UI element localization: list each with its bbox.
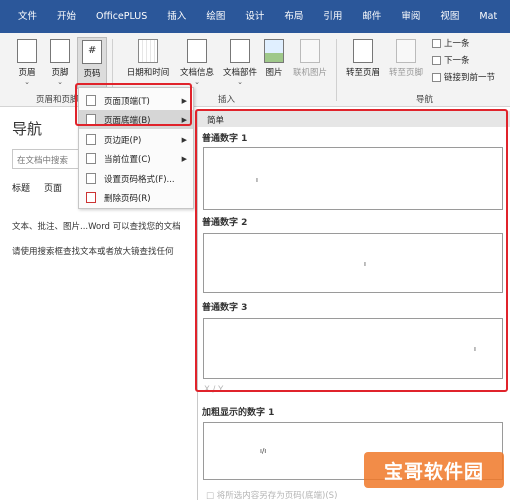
highlight-box-gallery: [195, 109, 508, 392]
group-label-navigation: 导航: [416, 95, 434, 105]
save-selection-as-page-number[interactable]: □ 将所选内容另存为页码(底端)(S): [206, 489, 337, 500]
tab-insert[interactable]: 插入: [157, 0, 196, 33]
menu-item-format-page-numbers[interactable]: 设置页码格式(F)...: [79, 169, 193, 188]
online-picture-icon: [300, 39, 320, 63]
header-button-label: 页眉: [18, 68, 36, 78]
next-icon: [432, 55, 441, 65]
footer-icon: [50, 39, 70, 63]
chevron-down-icon: ⌄: [24, 78, 30, 86]
chevron-right-icon: ▶: [181, 135, 187, 144]
current-position-icon: [86, 153, 96, 164]
picture-label: 图片: [265, 68, 283, 78]
menu-item-label: 页边距(P): [104, 135, 142, 146]
goto-header-icon: [353, 39, 373, 63]
menu-item-label: 当前位置(C): [104, 154, 151, 165]
page-number-mark: ı/ı: [260, 447, 267, 455]
tab-draw[interactable]: 绘图: [196, 0, 235, 33]
document-parts-icon: [230, 39, 250, 63]
doc-info-label: 文档信息: [179, 68, 214, 78]
link-to-previous-button[interactable]: 链接到前一节: [432, 71, 495, 83]
chevron-down-icon: ⌄: [237, 78, 243, 86]
gallery-item-label-4: 加粗显示的数字 1: [202, 408, 275, 418]
menu-item-label: 设置页码格式(F)...: [104, 174, 175, 185]
footer-button-label: 页脚: [51, 68, 69, 78]
goto-header-button[interactable]: 转至页眉: [343, 37, 383, 89]
online-picture-label: 联机图片: [292, 68, 327, 78]
footer-button[interactable]: 页脚 ⌄: [44, 37, 76, 89]
previous-icon: [432, 38, 441, 48]
doc-parts-button[interactable]: 文档部件 ⌄: [219, 37, 261, 89]
link-to-previous-label: 链接到前一节: [444, 73, 496, 83]
previous-label: 上一条: [444, 39, 470, 49]
tab-math[interactable]: Mat: [469, 0, 507, 33]
nav-tab-headings[interactable]: 标题: [12, 181, 30, 194]
link-icon: [432, 72, 441, 82]
remove-page-numbers-icon: [86, 192, 96, 203]
menu-item-page-margins[interactable]: 页边距(P) ▶: [79, 130, 193, 149]
highlight-box-menu: [75, 83, 192, 126]
goto-footer-icon: [396, 39, 416, 63]
next-label: 下一条: [444, 56, 470, 66]
page-number-icon: [82, 40, 102, 64]
navigation-title: 导航: [12, 120, 43, 138]
previous-button[interactable]: 上一条: [432, 37, 470, 49]
ribbon-separator: [336, 39, 337, 101]
goto-footer-button[interactable]: 转至页脚: [386, 37, 426, 89]
tab-home[interactable]: 开始: [47, 0, 86, 33]
tab-mailings[interactable]: 邮件: [352, 0, 391, 33]
tab-file[interactable]: 文件: [8, 0, 47, 33]
menu-item-current-position[interactable]: 当前位置(C) ▶: [79, 149, 193, 168]
chevron-down-icon: ⌄: [194, 78, 200, 86]
tab-view[interactable]: 视图: [430, 0, 469, 33]
header-button[interactable]: 页眉 ⌄: [10, 37, 44, 89]
ribbon-tab-bar: 文件 开始 OfficePLUS 插入 绘图 设计 布局 引用 邮件 审阅 视图…: [0, 0, 510, 33]
picture-icon: [264, 39, 284, 63]
menu-item-remove-page-numbers[interactable]: 删除页码(R): [79, 188, 193, 207]
navigation-hint-line-2: 请使用搜索框查找文本或者放大镜查找任何: [12, 247, 174, 257]
online-picture-button[interactable]: 联机图片: [290, 37, 330, 89]
nav-tab-pages[interactable]: 页面: [44, 181, 62, 194]
calendar-icon: [138, 39, 158, 63]
chevron-right-icon: ▶: [181, 154, 187, 163]
navigation-hint-line-1: 文本、批注、图片...Word 可以查找您的文档: [12, 222, 181, 232]
date-time-button[interactable]: 日期和时间: [122, 37, 174, 89]
navigation-tabs: 标题 页面: [12, 181, 62, 194]
goto-header-label: 转至页眉: [345, 68, 380, 78]
tab-references[interactable]: 引用: [313, 0, 352, 33]
goto-footer-label: 转至页脚: [388, 68, 423, 78]
format-page-numbers-icon: [86, 173, 96, 184]
page-number-button[interactable]: 页码 ⌄: [77, 37, 107, 89]
doc-info-button[interactable]: 文档信息 ⌄: [176, 37, 218, 89]
chevron-down-icon: ⌄: [57, 78, 63, 86]
tab-officeplus[interactable]: OfficePLUS: [86, 0, 157, 33]
site-watermark: 宝哥软件园: [364, 452, 504, 488]
document-info-icon: [187, 39, 207, 63]
group-label-header-footer: 页眉和页脚: [36, 95, 79, 105]
picture-button[interactable]: 图片: [261, 37, 287, 89]
save-selection-label: 将所选内容另存为页码(底端)(S): [216, 491, 338, 500]
page-margins-icon: [86, 134, 96, 145]
next-button[interactable]: 下一条: [432, 54, 470, 66]
group-label-insert: 插入: [218, 95, 236, 105]
header-icon: [17, 39, 37, 63]
date-time-label: 日期和时间: [126, 68, 170, 78]
tab-design[interactable]: 设计: [235, 0, 274, 33]
doc-parts-label: 文档部件: [222, 68, 257, 78]
menu-item-label: 删除页码(R): [104, 193, 151, 204]
tab-layout[interactable]: 布局: [274, 0, 313, 33]
page-number-button-label: 页码: [83, 69, 101, 79]
tab-review[interactable]: 审阅: [391, 0, 430, 33]
save-selection-icon: □: [206, 491, 215, 500]
